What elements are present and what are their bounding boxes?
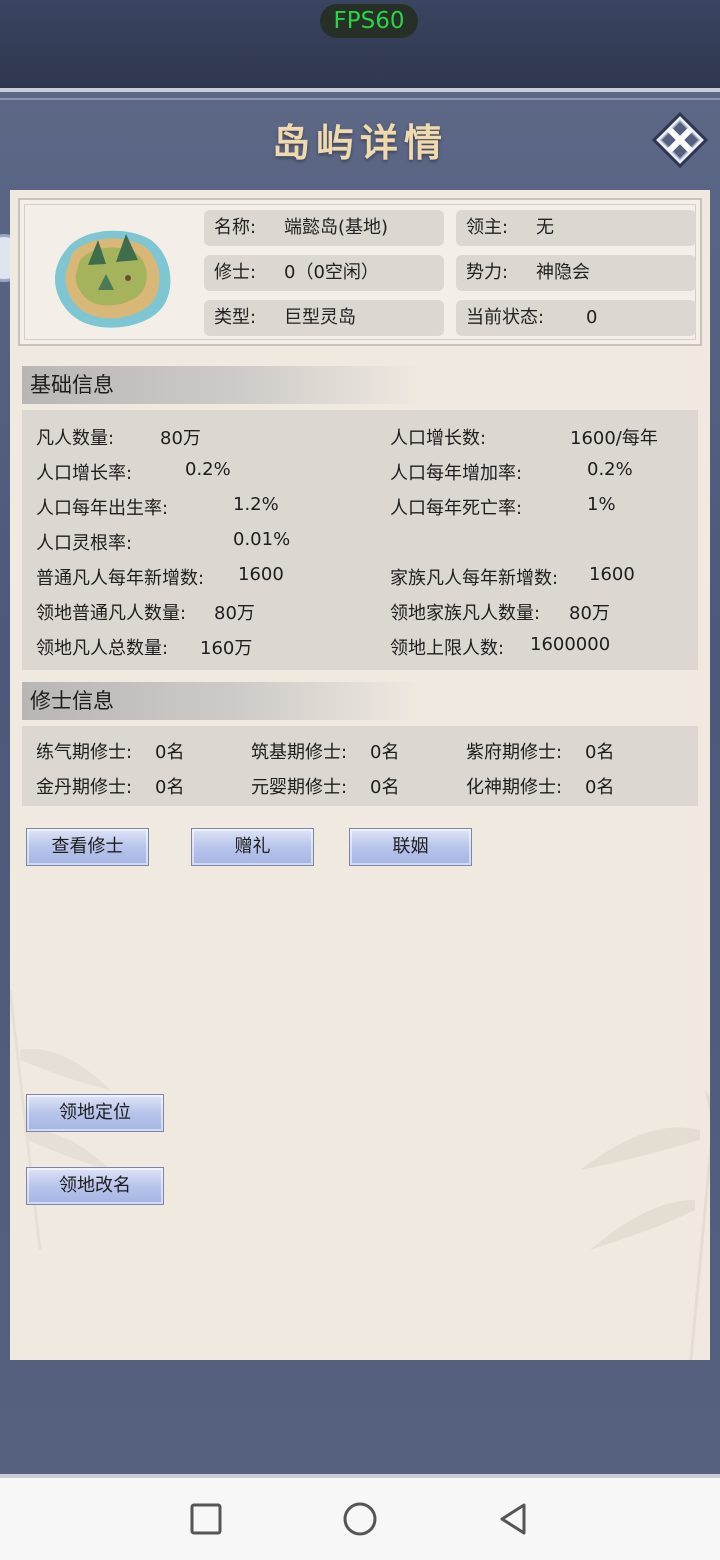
basic-label: 人口每年增加率: [390,463,523,484]
basic-label: 人口每年死亡率: [390,498,523,519]
cultivator-count: 0名 [585,742,615,763]
cultivator-value: 0（0空闲） [284,262,379,283]
lord-value: 无 [536,217,554,238]
name-value: 端懿岛(基地) [284,217,389,238]
faction-field: 势力: 神隐会 [456,255,696,291]
basic-label: 人口灵根率: [36,533,133,554]
basic-value: 0.2% [185,459,231,480]
basic-value: 1% [587,494,616,515]
fps-counter: FPS60 [320,4,418,38]
basic-label: 家族凡人每年新增数: [390,568,559,589]
basic-label: 领地凡人总数量: [36,638,169,659]
basic-label: 领地家族凡人数量: [390,603,541,624]
status-value: 0 [586,307,598,328]
rename-territory-button[interactable]: 领地改名 [26,1167,164,1205]
locate-territory-button[interactable]: 领地定位 [26,1094,164,1132]
lord-field: 领主: 无 [456,210,696,246]
basic-value: 80万 [214,603,255,624]
cultivator-info-header: 修士信息 [22,682,422,720]
basic-value: 1600 [238,564,284,585]
type-value: 巨型灵岛 [284,307,356,328]
cultivator-field: 修士: 0（0空闲） [204,255,444,291]
status-field: 当前状态: 0 [456,300,696,336]
circle-icon[interactable] [342,1501,378,1537]
basic-label: 凡人数量: [36,428,115,449]
cultivator-count: 0名 [155,777,185,798]
page-title: 岛屿详情 [271,120,448,165]
basic-value: 80万 [569,603,610,624]
cultivator-label: 练气期修士: [36,742,133,763]
status-label: 当前状态: [466,307,545,328]
type-field: 类型: 巨型灵岛 [204,300,444,336]
faction-label: 势力: [466,262,509,283]
basic-value: 1600000 [530,634,611,655]
basic-value: 0.01% [233,529,291,550]
cultivator-label: 金丹期修士: [36,777,133,798]
cultivator-label: 筑基期修士: [251,742,348,763]
content-panel: 名称: 端懿岛(基地) 领主: 无 修士: 0（0空闲） 势力: 神隐会 类型:… [10,190,710,1360]
system-navigation-bar [0,1478,720,1560]
cultivator-label: 化神期修士: [466,777,563,798]
island-info-card: 名称: 端懿岛(基地) 领主: 无 修士: 0（0空闲） 势力: 神隐会 类型:… [18,198,702,346]
cultivator-count: 0名 [155,742,185,763]
island-icon [54,230,171,328]
basic-value: 1600 [589,564,635,585]
name-label: 名称: [214,217,257,238]
basic-label: 人口增长率: [36,463,133,484]
square-icon[interactable] [189,1502,223,1536]
cultivator-label: 紫府期修士: [466,742,563,763]
cultivator-label: 修士: [214,262,257,283]
marriage-button[interactable]: 联姻 [349,828,472,866]
cultivator-info-body: 练气期修士: 0名 筑基期修士: 0名 紫府期修士: 0名 金丹期修士: 0名 … [22,726,698,806]
cultivator-count: 0名 [585,777,615,798]
basic-value: 160万 [200,638,253,659]
type-label: 类型: [214,307,257,328]
basic-value: 1600/每年 [570,428,658,449]
name-field: 名称: 端懿岛(基地) [204,210,444,246]
basic-value: 1.2% [233,494,279,515]
top-status-area: FPS60 [0,0,720,88]
cultivator-count: 0名 [370,777,400,798]
triangle-back-icon[interactable] [496,1501,530,1537]
basic-value: 80万 [160,428,201,449]
basic-label: 领地普通凡人数量: [36,603,187,624]
view-cultivators-button[interactable]: 查看修士 [26,828,149,866]
basic-label: 人口增长数: [390,428,487,449]
basic-label: 人口每年出生率: [36,498,169,519]
gift-button[interactable]: 赠礼 [191,828,314,866]
basic-value: 0.2% [587,459,633,480]
lord-label: 领主: [466,217,509,238]
basic-label: 普通凡人每年新增数: [36,568,205,589]
bamboo-watermark [580,1090,710,1360]
basic-info-body: 凡人数量: 80万 人口增长数: 1600/每年 人口增长率: 0.2% 人口每… [22,410,698,670]
cultivator-label: 元婴期修士: [251,777,348,798]
faction-value: 神隐会 [536,262,590,283]
basic-label: 领地上限人数: [390,638,505,659]
basic-info-header: 基础信息 [22,366,422,404]
cultivator-count: 0名 [370,742,400,763]
close-icon[interactable] [652,112,708,168]
